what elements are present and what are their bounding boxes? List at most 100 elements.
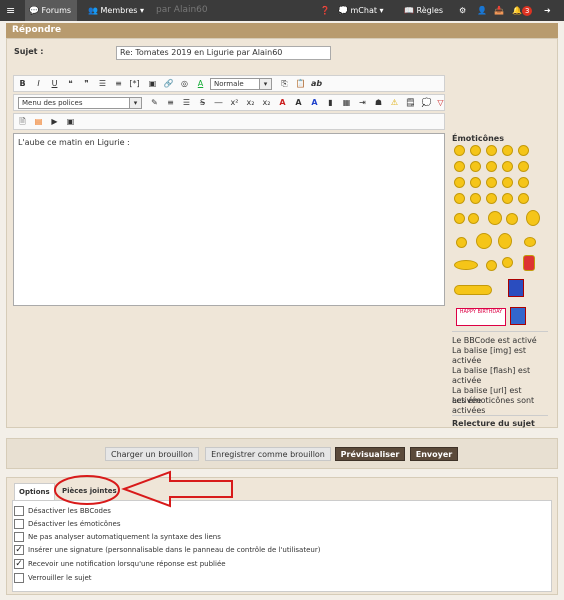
cake-icon[interactable] xyxy=(510,307,526,325)
logout-icon[interactable]: ➜ xyxy=(544,0,554,21)
bold-icon[interactable]: B xyxy=(16,77,29,90)
smiley-icon[interactable] xyxy=(454,213,465,224)
paste-icon[interactable]: 📋 xyxy=(294,77,307,90)
tab-options[interactable]: Options xyxy=(14,483,55,500)
smiley-icon[interactable] xyxy=(502,177,513,188)
underline-icon[interactable]: U xyxy=(48,77,61,90)
save-draft-button[interactable]: Enregistrer comme brouillon xyxy=(205,447,331,461)
user-icon[interactable]: 👤 xyxy=(477,0,487,21)
checkbox[interactable] xyxy=(14,506,24,516)
video-icon[interactable]: ▣ xyxy=(64,115,77,128)
settings-icon[interactable]: ⚙ xyxy=(459,0,469,21)
subscript-icon[interactable]: x₂ xyxy=(244,96,257,109)
smiley-icon[interactable] xyxy=(518,177,529,188)
smiley-icon[interactable] xyxy=(498,233,512,249)
smiley-icon[interactable] xyxy=(454,193,465,204)
smiley-icon[interactable] xyxy=(454,177,465,188)
hr-icon[interactable]: ― xyxy=(212,96,225,109)
inbox-icon[interactable]: 📥 xyxy=(494,0,504,21)
hamburger-icon[interactable]: ≡ xyxy=(6,0,18,21)
tab-attachments[interactable]: Pièces jointes xyxy=(58,483,121,499)
gift-icon[interactable] xyxy=(508,279,524,297)
link-icon[interactable]: 🔗 xyxy=(162,77,175,90)
smiley-icon[interactable] xyxy=(526,210,540,226)
spoiler-icon[interactable]: ☗ xyxy=(372,96,385,109)
smiley-icon[interactable] xyxy=(488,211,502,225)
smiley-icon[interactable] xyxy=(454,260,478,270)
smiley-icon[interactable] xyxy=(486,193,497,204)
code-icon[interactable]: ❞ xyxy=(80,77,93,90)
question-icon[interactable]: ❓ xyxy=(320,0,330,21)
smiley-icon[interactable] xyxy=(524,237,536,247)
checkbox[interactable]: ✓ xyxy=(14,559,24,569)
nav-membres[interactable]: 👥 Membres ▾ xyxy=(88,0,152,21)
smiley-icon[interactable] xyxy=(470,161,481,172)
preview-button[interactable]: Prévisualiser xyxy=(335,447,405,461)
load-draft-button[interactable]: Charger un brouillon xyxy=(105,447,199,461)
subject-input[interactable]: Re: Tomates 2019 en Ligurie par Alain60 xyxy=(116,46,331,60)
spell-check-icon[interactable]: ab xyxy=(310,77,323,90)
font-red-icon[interactable]: A xyxy=(276,96,289,109)
subscript-2-icon[interactable]: x₂ xyxy=(260,96,273,109)
smiley-icon[interactable] xyxy=(456,237,467,248)
warning-icon[interactable]: ⚠ xyxy=(388,96,401,109)
smiley-icon[interactable] xyxy=(523,255,535,271)
bell-icon[interactable]: 🔔 3 xyxy=(512,0,536,21)
strike-icon[interactable]: S̶ xyxy=(196,96,209,109)
smiley-icon[interactable] xyxy=(470,193,481,204)
birthday-icon[interactable]: HAPPY BIRTHDAY xyxy=(456,308,506,326)
list-item-icon[interactable]: [*] xyxy=(128,77,141,90)
media-icon[interactable]: ▤ xyxy=(32,115,45,128)
smiley-icon[interactable] xyxy=(502,161,513,172)
smiley-icon[interactable] xyxy=(454,161,465,172)
smiley-icon[interactable] xyxy=(502,193,513,204)
smiley-icon[interactable] xyxy=(454,285,492,295)
checkbox[interactable] xyxy=(14,573,24,583)
message-textarea[interactable]: L'aube ce matin en Ligurie : xyxy=(13,133,445,306)
superscript-icon[interactable]: x² xyxy=(228,96,241,109)
font-family-select[interactable]: Menu des polices ▾ xyxy=(18,97,142,109)
smiley-icon[interactable] xyxy=(470,145,481,156)
smiley-icon[interactable] xyxy=(506,213,518,225)
smiley-icon[interactable] xyxy=(518,161,529,172)
smiley-icon[interactable] xyxy=(486,161,497,172)
note-icon[interactable]: 🗒 xyxy=(404,96,417,109)
smiley-icon[interactable] xyxy=(486,145,497,156)
image-icon[interactable]: ▣ xyxy=(146,77,159,90)
font-color-icon[interactable]: A xyxy=(194,77,207,90)
review-link[interactable]: Relecture du sujet xyxy=(452,419,535,429)
ordered-list-icon[interactable]: ≡ xyxy=(112,77,125,90)
smiley-icon[interactable] xyxy=(486,177,497,188)
copy-icon[interactable]: ⎘ xyxy=(278,77,291,90)
checkbox[interactable] xyxy=(14,532,24,542)
checkbox[interactable]: ✓ xyxy=(14,545,24,555)
nav-regles[interactable]: 📖 Règles xyxy=(404,0,446,21)
smiley-icon[interactable] xyxy=(518,145,529,156)
indent-icon[interactable]: ⇥ xyxy=(356,96,369,109)
flash-icon[interactable]: ◎ xyxy=(178,77,191,90)
align-center-icon[interactable]: ☰ xyxy=(180,96,193,109)
glow-icon[interactable]: ▮ xyxy=(324,96,337,109)
smiley-icon[interactable] xyxy=(502,257,513,268)
thought-icon[interactable]: 💭 xyxy=(420,96,433,109)
smiley-icon[interactable] xyxy=(518,193,529,204)
smiley-icon[interactable] xyxy=(454,145,465,156)
align-left-icon[interactable]: ≡ xyxy=(164,96,177,109)
smiley-icon[interactable] xyxy=(468,213,479,224)
table-icon[interactable]: ▦ xyxy=(340,96,353,109)
document-icon[interactable]: 🗎 xyxy=(16,115,29,128)
smiley-icon[interactable] xyxy=(470,177,481,188)
italic-icon[interactable]: I xyxy=(32,77,45,90)
down-triangle-icon[interactable]: ▽ xyxy=(434,96,447,109)
send-button[interactable]: Envoyer xyxy=(410,447,458,461)
list-icon[interactable]: ☰ xyxy=(96,77,109,90)
quote-icon[interactable]: ❝ xyxy=(64,77,77,90)
nav-mchat[interactable]: 💭 mChat ▾ xyxy=(338,0,388,21)
nav-forums[interactable]: 💬 Forums xyxy=(25,0,77,21)
font-blue-icon[interactable]: A xyxy=(308,96,321,109)
checkbox[interactable] xyxy=(14,519,24,529)
play-icon[interactable]: ▶ xyxy=(48,115,61,128)
highlight-icon[interactable]: ✎ xyxy=(148,96,161,109)
font-bold-a-icon[interactable]: A xyxy=(292,96,305,109)
smiley-icon[interactable] xyxy=(486,260,497,271)
